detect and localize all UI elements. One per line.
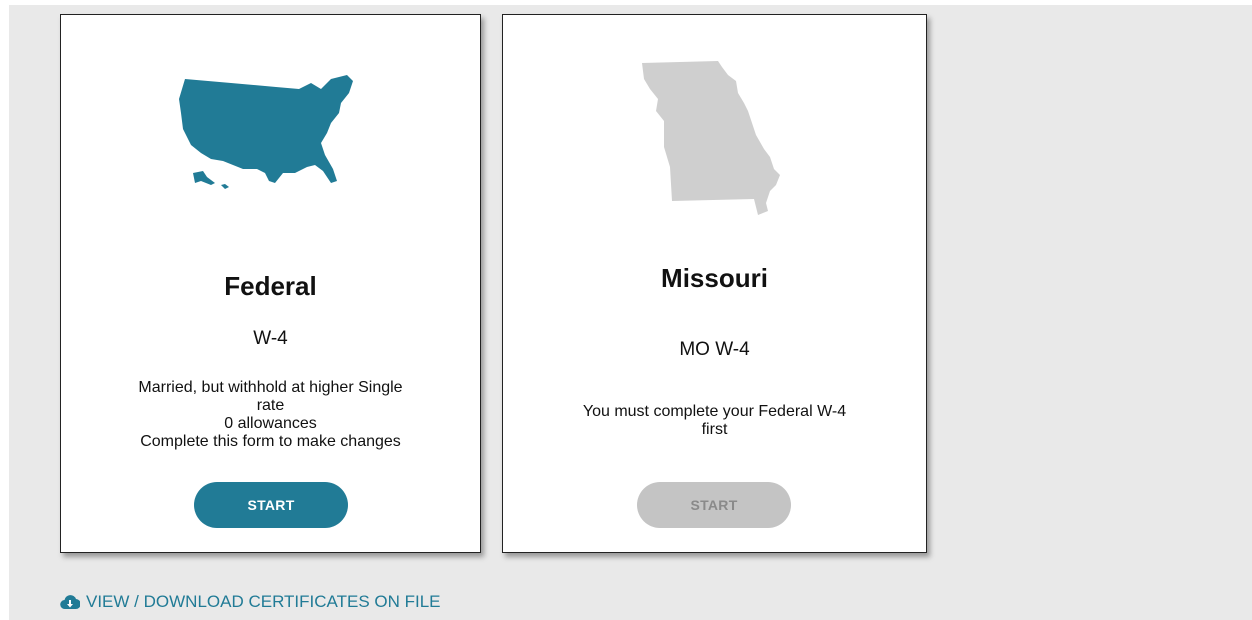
missouri-start-button: START — [637, 482, 791, 528]
federal-card: Federal W-4 Married, but withhold at hig… — [60, 14, 481, 553]
form-name: MO W-4 — [679, 339, 750, 360]
view-download-certificates-link[interactable]: VIEW / DOWNLOAD CERTIFICATES ON FILE — [60, 592, 441, 612]
cloud-download-icon — [60, 594, 80, 610]
usa-map-icon — [61, 73, 480, 213]
card-title: Federal — [224, 271, 317, 301]
description-line: You must complete your Federal W-4 — [582, 403, 847, 420]
certificates-link-label: VIEW / DOWNLOAD CERTIFICATES ON FILE — [86, 592, 441, 611]
description-line: Married, but withhold at higher Single — [138, 379, 403, 396]
missouri-card: Missouri MO W-4 You must complete your F… — [502, 14, 927, 553]
federal-start-button[interactable]: START — [194, 482, 348, 528]
description-line: rate — [256, 397, 285, 414]
description-line: Complete this form to make changes — [140, 433, 401, 450]
card-description: Married, but withhold at higher Single r… — [81, 379, 460, 451]
card-title: Missouri — [661, 263, 768, 293]
description-line: first — [701, 421, 728, 438]
missouri-map-icon — [503, 59, 926, 221]
card-description: You must complete your Federal W-4 first — [523, 403, 906, 439]
description-line: 0 allowances — [224, 415, 317, 432]
form-name: W-4 — [253, 328, 288, 349]
